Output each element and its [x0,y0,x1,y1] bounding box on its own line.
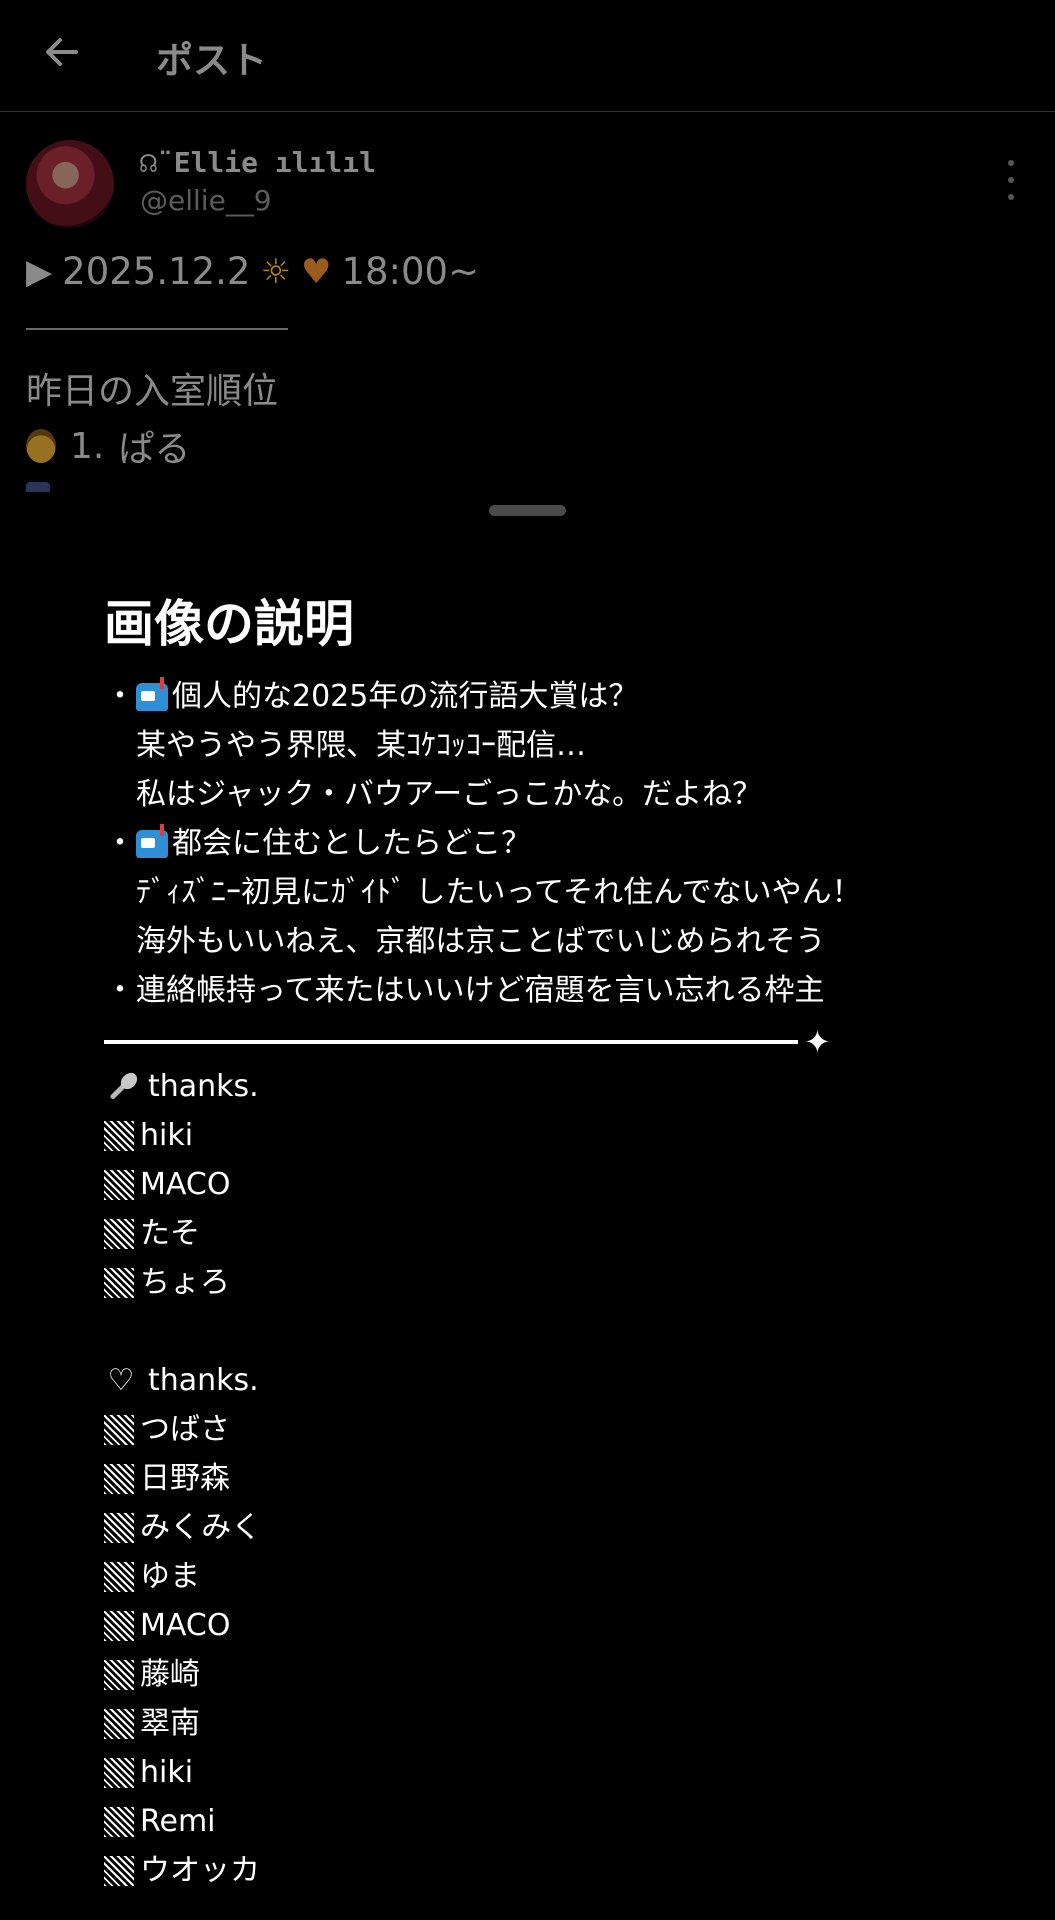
tweet-divider [26,328,288,330]
desc-line: ﾃﾞｨｽﾞﾆｰ初見にｶﾞｲﾄﾞ したいってそれ住んでないやん！ [104,868,1004,917]
description-text: ・ 個人的な2025年の流行語大賞は？ 某やうやう界隈、某ｺｹｺｯｺｰ配信… 私… [104,672,1004,1015]
rank-number: 1. [70,425,105,467]
hatch-icon [104,1169,134,1200]
tweet: ☊¨Ellie ılılıl @ellie__9 ▶ 2025.12.2 ☼ ♥… [0,112,1055,492]
brown-heart-icon: ♥ [300,251,332,292]
silver-medal-icon [26,482,50,492]
name-text: Remi [140,1804,216,1839]
desc-line-text: 私はジャック・バウアーごっこかな。だよね？ [136,777,763,812]
name-text: たそ [140,1216,200,1251]
name-text: 翠南 [140,1706,200,1741]
desc-line-text: 海外もいいねえ、京都は京ことばでいじめられそう [136,924,826,959]
name-text: ゆま [140,1559,200,1594]
list-item: hiki [104,1111,704,1160]
bullet: ・ [105,973,135,1008]
name-text: 藤崎 [140,1657,200,1692]
tweet-line-clipped [26,480,226,492]
sheet-title: 画像の説明 [104,595,354,653]
desc-line-text: 都会に住むとしたらどこ？ [172,826,532,861]
list-item: hiki [104,1748,704,1797]
hatch-icon [104,1218,134,1249]
desc-line-text: ﾃﾞｨｽﾞﾆｰ初見にｶﾞｲﾄﾞ したいってそれ住んでないやん！ [136,875,862,910]
hatch-icon [104,1806,134,1837]
desc-line: 某やうやう界隈、某ｺｹｺｯｺｰ配信… [104,721,1004,770]
desc-line-text: 個人的な2025年の流行語大賞は？ [172,679,639,714]
sheet-drag-handle[interactable] [489,505,566,516]
name-text: MACO [140,1608,231,1643]
heading-text: thanks. [148,1363,259,1398]
hatch-icon [104,1659,134,1690]
top-bar: ポスト [0,0,1055,112]
list-item: ゆま [104,1552,704,1601]
list-item: つばさ [104,1405,704,1454]
name-text: ウオッカ [140,1853,260,1888]
image-description-sheet: 画像の説明 ・ 個人的な2025年の流行語大賞は？ 某やうやう界隈、某ｺｹｺｯｺ… [0,492,1055,1920]
divider-line [104,1040,798,1044]
mailbox-icon [136,676,168,711]
sparkle-icon: ✦ [804,1023,831,1061]
desc-line-text: 連絡帳持って来たはいいけど宿題を言い忘れる枠主 [136,973,825,1008]
name-text: MACO [140,1167,231,1202]
tweet-line-ranking-title: 昨日の入室順位 [26,371,279,412]
heart-thanks-heading: ♡ thanks. [104,1356,704,1405]
list-item: 翠南 [104,1699,704,1748]
hatch-icon [104,1267,134,1298]
spoon-thanks-heading: thanks. [104,1062,704,1111]
hatch-icon [104,1708,134,1739]
heading-text: thanks. [148,1069,259,1104]
hatch-icon [104,1463,134,1494]
tweet-line-date: ▶ 2025.12.2 ☼ ♥ 18:00~ [26,250,479,293]
name-text: つばさ [140,1412,230,1447]
rank-name: ぱる [118,429,191,470]
desc-line-text: 某やうやう界隈、某ｺｹｺｯｺｰ配信… [136,728,586,763]
hatch-icon [104,1512,134,1543]
list-item: たそ [104,1209,704,1258]
desc-line: 私はジャック・バウアーごっこかな。だよね？ [104,770,1004,819]
user-handle[interactable]: @ellie__9 [140,184,272,217]
list-item: 藤崎 [104,1650,704,1699]
hatch-icon [104,1610,134,1641]
list-item: みくみく [104,1503,704,1552]
name-text: みくみく [140,1510,262,1545]
list-item: ウオッカ [104,1846,704,1895]
more-options-icon[interactable] [1000,160,1022,200]
sun-icon: ☼ [260,251,291,292]
hatch-icon [104,1561,134,1592]
desc-line: ・ 個人的な2025年の流行語大賞は？ [104,672,1004,721]
list-item: MACO [104,1601,704,1650]
desc-line: 海外もいいねえ、京都は京ことばでいじめられそう [104,917,1004,966]
spoon-icon [104,1070,138,1104]
page-title: ポスト [156,39,267,82]
name-text: hiki [140,1755,194,1790]
desc-line: ・ 連絡帳持って来たはいいけど宿題を言い忘れる枠主 [104,966,1004,1015]
heart-outline-icon: ♡ [107,1363,135,1398]
decorative-divider: ✦ [104,1023,844,1061]
gold-medal-icon [26,429,56,463]
tweet-line-rank-1: 1. ぱる [26,420,190,472]
avatar[interactable] [26,140,114,228]
thanks-lists: thanks. hiki MACO たそ ちょろ ♡ thanks. つばさ 日… [104,1062,704,1895]
tweet-date: 2025.12.2 [62,250,251,293]
display-name[interactable]: ☊¨Ellie ılılıl [140,146,376,179]
name-text: ちょろ [140,1265,230,1300]
hatch-icon [104,1855,134,1886]
name-text: hiki [140,1118,194,1153]
list-item: Remi [104,1797,704,1846]
bullet: ・ [105,826,135,861]
list-item: MACO [104,1160,704,1209]
desc-line: ・ 都会に住むとしたらどこ？ [104,819,1004,868]
hatch-icon [104,1120,134,1151]
hatch-icon [104,1757,134,1788]
play-icon: ▶ [26,251,53,292]
list-item: ちょろ [104,1258,704,1307]
back-arrow-icon[interactable] [38,28,86,76]
name-text: 日野森 [140,1461,230,1496]
bullet: ・ [105,679,135,714]
list-item: 日野森 [104,1454,704,1503]
mailbox-icon [136,823,168,858]
tweet-time: 18:00~ [341,250,480,293]
hatch-icon [104,1414,134,1445]
